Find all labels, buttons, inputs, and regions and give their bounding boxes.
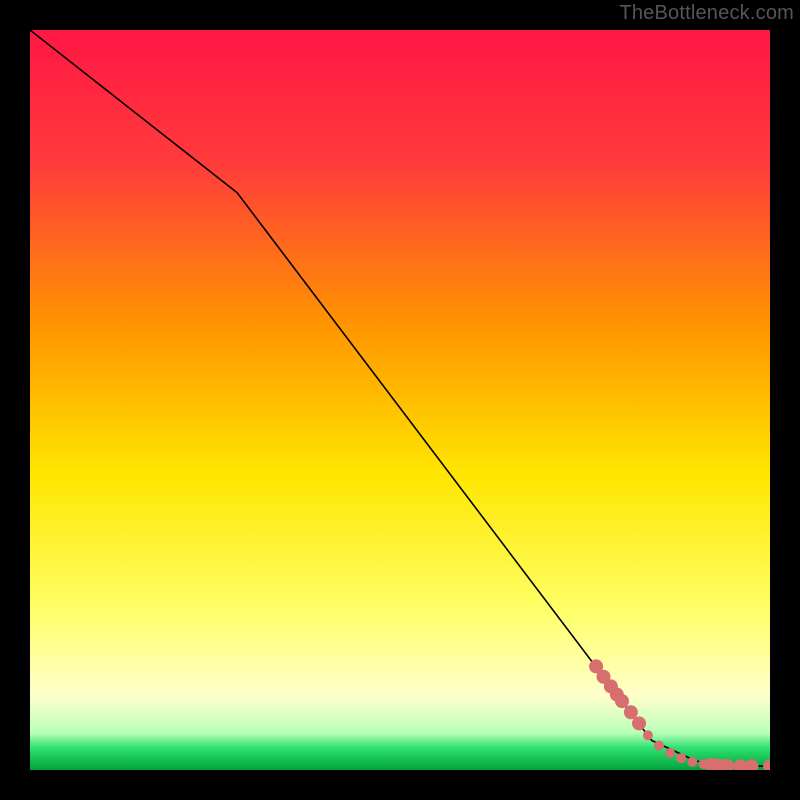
gradient-background	[30, 30, 770, 770]
chart-frame: TheBottleneck.com	[0, 0, 800, 800]
watermark-text: TheBottleneck.com	[619, 2, 794, 25]
data-marker	[632, 716, 646, 730]
data-marker	[676, 753, 686, 763]
data-marker	[665, 748, 675, 758]
data-marker	[654, 741, 664, 751]
data-marker	[687, 757, 697, 767]
plot-area	[30, 30, 770, 770]
data-marker	[615, 694, 629, 708]
chart-svg	[30, 30, 770, 770]
data-marker	[643, 730, 653, 740]
